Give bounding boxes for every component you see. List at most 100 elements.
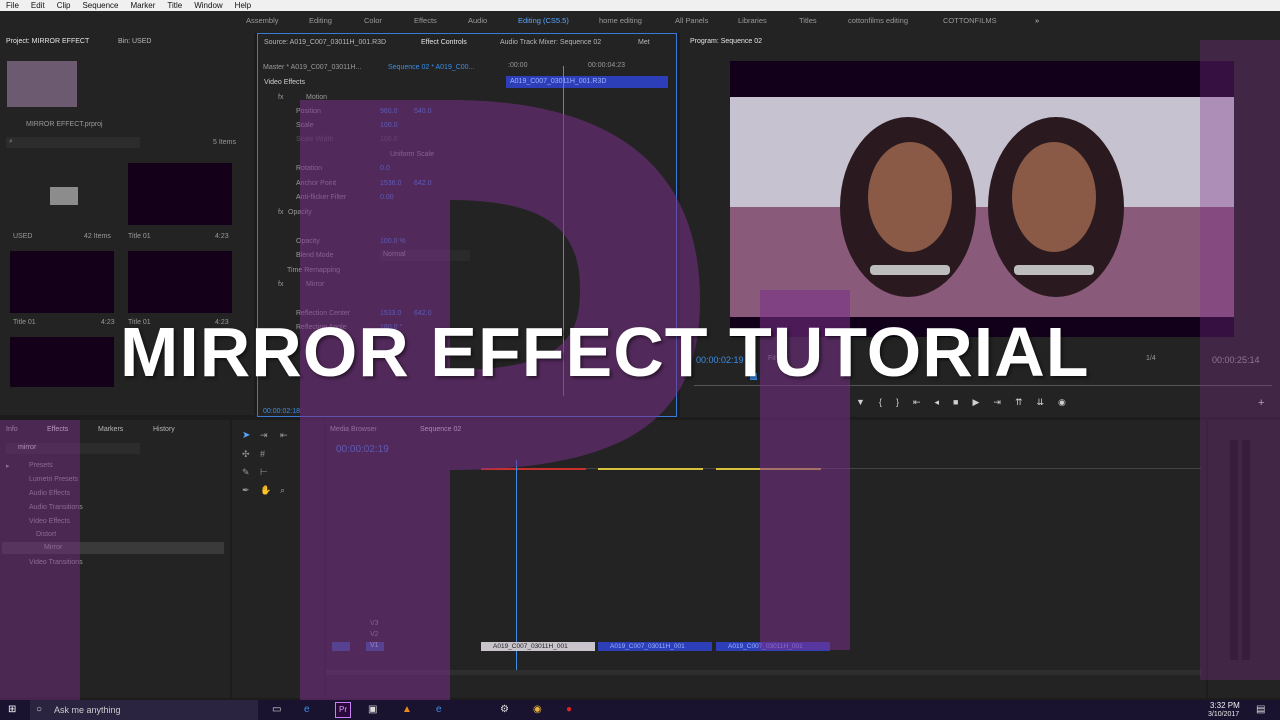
menu-sequence[interactable]: Sequence bbox=[76, 1, 124, 10]
effects-tree-item[interactable]: Lumetri Presets bbox=[29, 476, 78, 483]
effect-value[interactable]: 0.00 bbox=[380, 194, 394, 201]
markers-tab[interactable]: Markers bbox=[98, 426, 123, 433]
vlc-icon[interactable]: ▲ bbox=[402, 704, 412, 715]
timeline-ruler[interactable] bbox=[481, 468, 1201, 469]
hand-tool-icon[interactable]: ✋ bbox=[260, 485, 271, 496]
workspace-tab[interactable]: All Panels bbox=[675, 16, 708, 25]
store-icon[interactable]: ▣ bbox=[368, 704, 377, 715]
effect-controls-timecode[interactable]: 00:00:02:18 bbox=[263, 408, 300, 415]
effect-value[interactable]: 100.0 % bbox=[380, 238, 406, 245]
workspace-tab[interactable]: home editing bbox=[599, 16, 642, 25]
metadata-tab[interactable]: Met bbox=[638, 39, 650, 46]
task-view-icon[interactable]: ▭ bbox=[272, 704, 281, 715]
menu-title[interactable]: Title bbox=[161, 1, 188, 10]
sequence-tab[interactable]: Sequence 02 bbox=[420, 426, 461, 433]
go-to-out-icon[interactable]: ⇥ bbox=[993, 397, 1001, 409]
menu-window[interactable]: Window bbox=[188, 1, 228, 10]
workspace-tab[interactable]: COTTONFILMS bbox=[943, 16, 997, 25]
title-thumbnail[interactable] bbox=[10, 337, 114, 387]
timeline-clip[interactable]: A019_C007_03011H_001 bbox=[598, 642, 712, 651]
fx-badge-icon[interactable]: fx bbox=[278, 281, 283, 288]
edge-icon[interactable]: e bbox=[304, 704, 310, 715]
effect-controls-tab[interactable]: Effect Controls bbox=[421, 39, 467, 46]
audio-mixer-tab[interactable]: Audio Track Mixer: Sequence 02 bbox=[500, 39, 601, 46]
title-thumbnail[interactable] bbox=[128, 163, 232, 225]
taskbar-search-input[interactable]: ○ Ask me anything bbox=[30, 700, 258, 720]
ripple-edit-tool-icon[interactable]: ✣ bbox=[242, 449, 250, 460]
workspace-tab-active[interactable]: Editing (CS5.5) bbox=[518, 16, 569, 25]
history-tab[interactable]: History bbox=[153, 426, 175, 433]
menu-clip[interactable]: Clip bbox=[51, 1, 77, 10]
fx-badge-icon[interactable]: fx bbox=[278, 94, 283, 101]
record-icon[interactable]: ● bbox=[566, 704, 572, 715]
track-select-tool-icon[interactable]: ⇥ bbox=[260, 430, 268, 441]
menu-edit[interactable]: Edit bbox=[25, 1, 51, 10]
blend-mode-select[interactable]: Normal bbox=[380, 250, 470, 261]
effects-tab[interactable]: Effects bbox=[47, 426, 68, 433]
extract-icon[interactable]: ⇊ bbox=[1036, 397, 1044, 409]
timeline-clip[interactable]: A019_C007_03011H_001 bbox=[716, 642, 830, 651]
fx-badge-icon[interactable]: fx bbox=[278, 209, 283, 216]
ie-icon[interactable]: e bbox=[436, 704, 442, 715]
menu-marker[interactable]: Marker bbox=[125, 1, 162, 10]
track-label[interactable]: V3 bbox=[370, 620, 379, 627]
track-select-back-icon[interactable]: ⇤ bbox=[280, 430, 288, 441]
zoom-tool-icon[interactable]: ⌕ bbox=[280, 485, 285, 496]
effects-tree-selected[interactable]: Mirror bbox=[2, 542, 224, 554]
workspace-tab[interactable]: Editing bbox=[309, 16, 332, 25]
program-tab[interactable]: Program: Sequence 02 bbox=[690, 38, 762, 45]
slip-tool-icon[interactable]: ⊢ bbox=[260, 467, 268, 478]
stop-icon[interactable]: ■ bbox=[953, 397, 958, 409]
workspace-tab[interactable]: cottonfilms editing bbox=[848, 16, 908, 25]
effect-clip-bar[interactable]: A019_C007_03011H_001.R3D bbox=[506, 76, 668, 88]
selection-tool-icon[interactable]: ➤ bbox=[242, 430, 250, 441]
project-search-input[interactable]: ⌕ bbox=[6, 137, 140, 148]
lift-icon[interactable]: ⇈ bbox=[1015, 397, 1023, 409]
menu-help[interactable]: Help bbox=[229, 1, 257, 10]
workspace-tab[interactable]: Assembly bbox=[246, 16, 279, 25]
play-icon[interactable]: ▶ bbox=[972, 397, 979, 409]
clock-date[interactable]: 3/10/2017 bbox=[1208, 711, 1239, 718]
timeline-timecode[interactable]: 00:00:02:19 bbox=[336, 444, 389, 455]
settings-gear-icon[interactable]: ⚙ bbox=[500, 704, 509, 715]
effects-tree-item[interactable]: Presets bbox=[29, 462, 53, 469]
windows-start-icon[interactable]: ⊞ bbox=[8, 704, 16, 715]
title-thumbnail[interactable] bbox=[128, 251, 232, 313]
premiere-pro-icon[interactable]: Pr bbox=[335, 702, 351, 718]
effect-value[interactable]: 100.0 bbox=[380, 122, 398, 129]
program-video-frame[interactable] bbox=[730, 61, 1234, 337]
info-tab[interactable]: Info bbox=[6, 426, 18, 433]
timeline-clip[interactable]: A019_C007_03011H_001 bbox=[481, 642, 595, 651]
effects-tree-item[interactable]: Audio Effects bbox=[29, 490, 70, 497]
effect-value[interactable]: 960.0 bbox=[380, 108, 398, 115]
add-marker-icon[interactable]: ▼ bbox=[856, 397, 865, 409]
effect-value[interactable]: 540.0 bbox=[414, 108, 432, 115]
bin-tab[interactable]: Bin: USED bbox=[118, 38, 151, 45]
razor-tool-icon[interactable]: ✎ bbox=[242, 467, 250, 478]
media-browser-tab[interactable]: Media Browser bbox=[330, 426, 377, 433]
pen-tool-icon[interactable]: ✒ bbox=[242, 485, 250, 496]
bin-thumbnail[interactable] bbox=[10, 163, 114, 225]
effect-row-label[interactable]: Uniform Scale bbox=[390, 151, 434, 158]
effect-value[interactable]: 1536.0 bbox=[380, 180, 401, 187]
effects-tree-item[interactable]: Distort bbox=[36, 531, 56, 538]
effects-tree-item[interactable]: Video Effects bbox=[29, 518, 70, 525]
go-to-in-icon[interactable]: ⇤ bbox=[913, 397, 921, 409]
notification-icon[interactable]: ▤ bbox=[1256, 704, 1265, 715]
step-back-icon[interactable]: ◂ bbox=[935, 397, 940, 409]
mark-out-icon[interactable]: } bbox=[896, 397, 899, 409]
effect-value[interactable]: 0.0 bbox=[380, 165, 390, 172]
effects-tree-item[interactable]: Audio Transitions bbox=[29, 504, 83, 511]
chrome-icon[interactable]: ◉ bbox=[533, 704, 542, 715]
v1-source-patch[interactable] bbox=[332, 642, 350, 651]
clock-time[interactable]: 3:32 PM bbox=[1210, 701, 1240, 710]
track-label[interactable]: V2 bbox=[370, 631, 379, 638]
project-tab[interactable]: Project: MIRROR EFFECT bbox=[6, 38, 89, 45]
add-button-icon[interactable]: + bbox=[1258, 397, 1264, 409]
workspace-tab[interactable]: Effects bbox=[414, 16, 437, 25]
mark-in-icon[interactable]: { bbox=[879, 397, 882, 409]
workspace-tab[interactable]: Audio bbox=[468, 16, 487, 25]
menu-file[interactable]: File bbox=[0, 1, 25, 10]
rolling-edit-tool-icon[interactable]: # bbox=[260, 449, 265, 459]
effects-tree-item[interactable]: Video Transitions bbox=[29, 559, 83, 566]
